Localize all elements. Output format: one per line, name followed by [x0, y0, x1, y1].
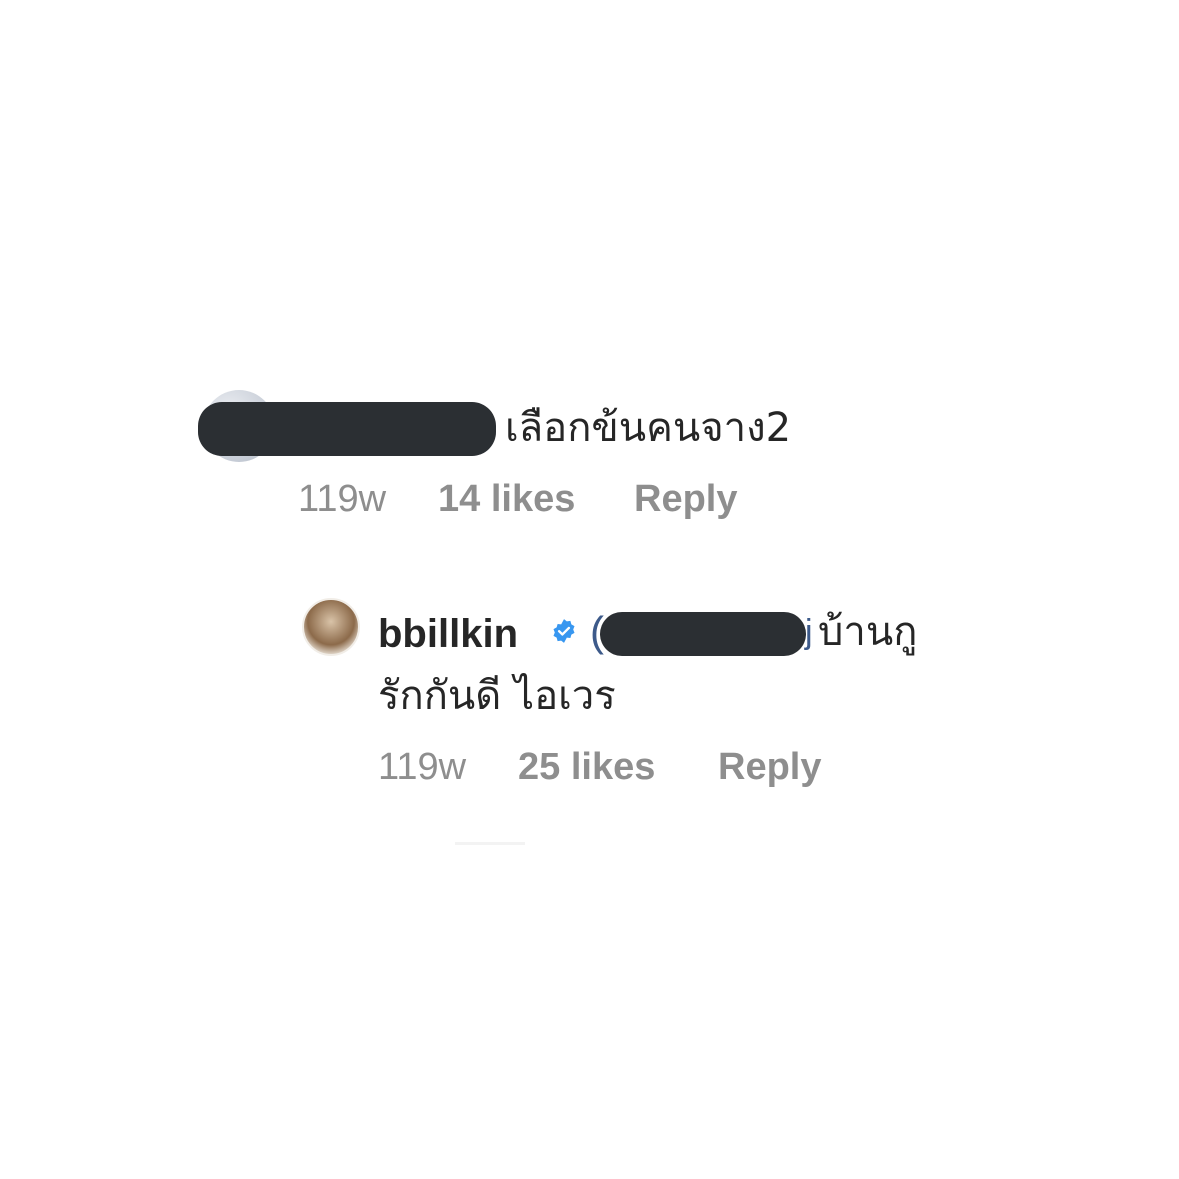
verified-badge-icon	[553, 619, 575, 643]
reply-likes-count[interactable]: 25 likes	[518, 746, 655, 789]
bbillkin-avatar[interactable]	[302, 598, 360, 656]
redacted-mention[interactable]	[600, 612, 806, 656]
mention-close-bracket: j	[805, 613, 813, 651]
reply-meta: 119w 25 likes Reply	[378, 746, 878, 794]
reply-text-line1: บ้านกู	[818, 609, 918, 655]
comment-2: bbillkin ( j บ้านกู รักกันดี ไอเวร 119w …	[0, 0, 1179, 820]
reply-reply-button[interactable]: Reply	[718, 746, 821, 789]
username[interactable]: bbillkin	[378, 606, 518, 662]
reply-time: 119w	[378, 746, 467, 788]
divider	[455, 842, 525, 845]
reply-text-line2: รักกันดี ไอเวร	[378, 673, 616, 719]
